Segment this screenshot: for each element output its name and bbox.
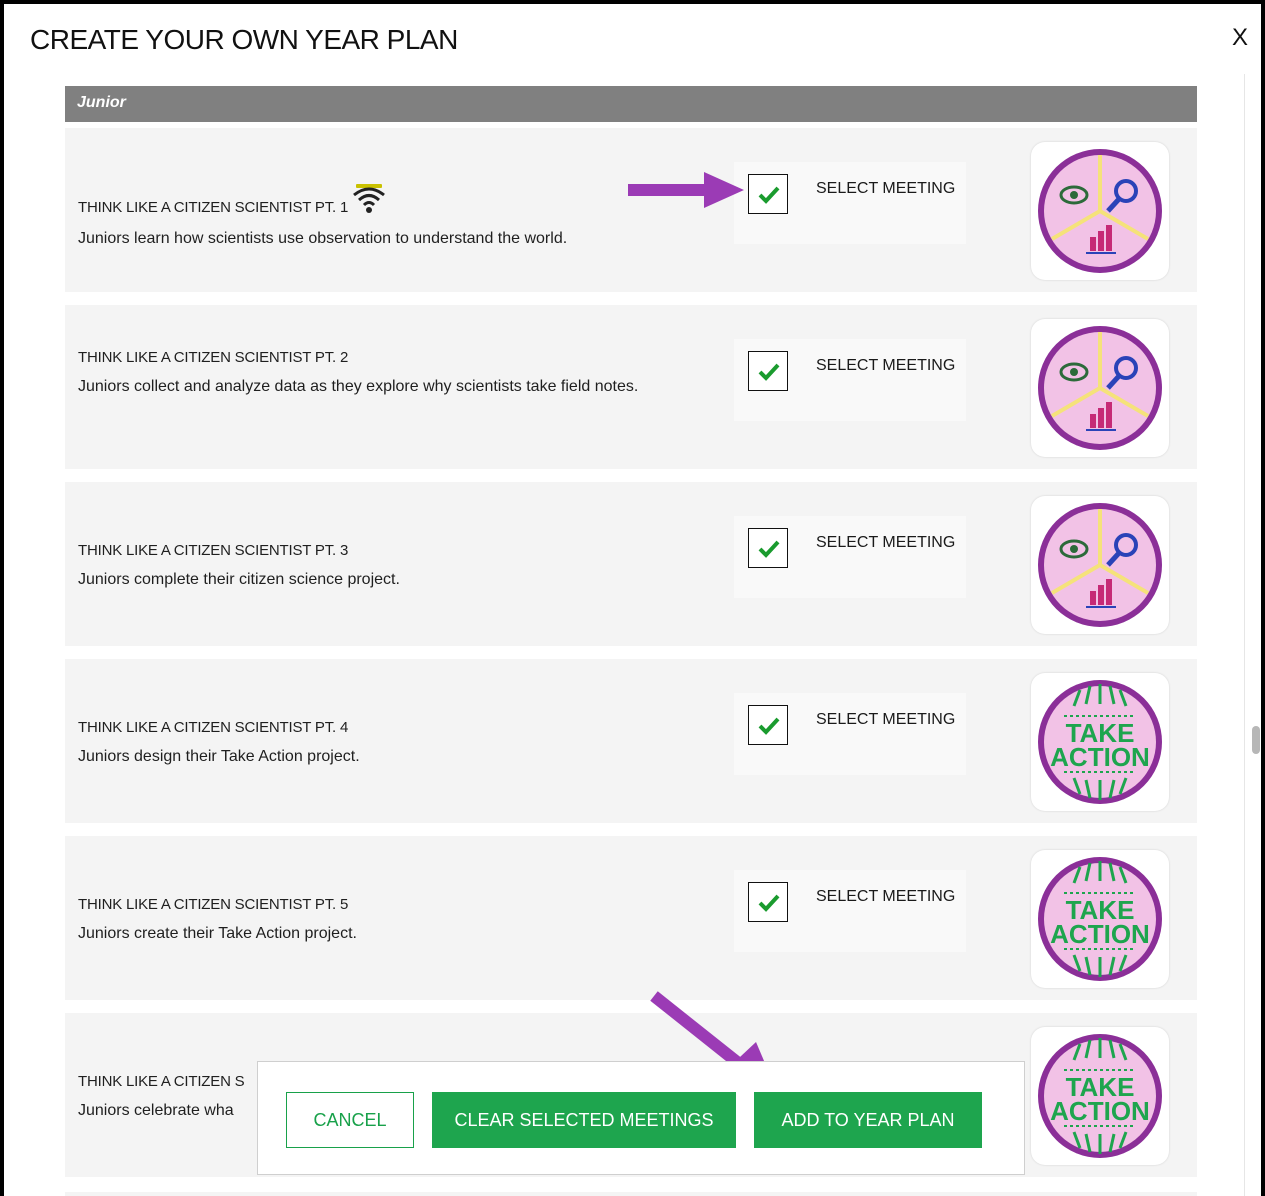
meeting-text: THINK LIKE A CITIZEN SCIENTIST PT. 3 Jun… xyxy=(78,536,718,594)
take-action-icon: TAKE ACTION xyxy=(1038,680,1162,804)
citizen-scientist-icon xyxy=(1038,326,1162,450)
scrollbar-track[interactable] xyxy=(1244,74,1261,1196)
meeting-text: THINK LIKE A CITIZEN SCIENTIST PT. 5 Jun… xyxy=(78,890,718,948)
select-meeting-label: SELECT MEETING xyxy=(816,180,956,197)
action-bar: CANCEL CLEAR SELECTED MEETINGS ADD TO YE… xyxy=(257,1061,1025,1175)
select-meeting-label: SELECT MEETING xyxy=(816,711,956,728)
checkmark-icon xyxy=(758,717,780,735)
select-meeting-checkbox[interactable] xyxy=(748,528,788,568)
cancel-button[interactable]: CANCEL xyxy=(286,1092,414,1148)
meeting-description: Juniors design their Take Action project… xyxy=(78,748,360,765)
meeting-title: THINK LIKE A CITIZEN SCIENTIST PT. 5 xyxy=(78,896,349,913)
citizen-scientist-badge xyxy=(1031,319,1169,457)
year-plan-dialog: CREATE YOUR OWN YEAR PLAN X Junior THINK… xyxy=(0,0,1265,1196)
meeting-title: THINK LIKE A CITIZEN SCIENTIST PT. 2 xyxy=(78,349,349,366)
meeting-title: THINK LIKE A CITIZEN SCIENTIST PT. 3 xyxy=(78,542,349,559)
take-action-badge: TAKE ACTION xyxy=(1031,673,1169,811)
scrollbar-thumb[interactable] xyxy=(1252,726,1260,754)
select-meeting-control[interactable]: SELECT MEETING xyxy=(734,693,966,775)
section-header-junior: Junior xyxy=(65,86,1197,122)
take-action-badge: TAKE ACTION xyxy=(1031,1027,1169,1165)
meeting-row-peek xyxy=(65,1192,1197,1196)
citizen-scientist-badge xyxy=(1031,496,1169,634)
select-meeting-checkbox[interactable] xyxy=(748,705,788,745)
meeting-description: Juniors celebrate wha xyxy=(78,1102,234,1119)
badge-line2: ACTION xyxy=(1050,742,1150,772)
meeting-row: THINK LIKE A CITIZEN SCIENTIST PT. 3 Jun… xyxy=(65,482,1197,646)
wifi-icon xyxy=(352,184,386,224)
meeting-row: THINK LIKE A CITIZEN SCIENTIST PT. 5 Jun… xyxy=(65,836,1197,1000)
meeting-title: THINK LIKE A CITIZEN S xyxy=(78,1073,245,1090)
add-to-year-plan-button[interactable]: ADD TO YEAR PLAN xyxy=(754,1092,982,1148)
meeting-description: Juniors create their Take Action project… xyxy=(78,925,357,942)
meeting-description: Juniors collect and analyze data as they… xyxy=(78,378,639,395)
checkmark-icon xyxy=(758,186,780,204)
take-action-badge: TAKE ACTION xyxy=(1031,850,1169,988)
select-meeting-label: SELECT MEETING xyxy=(816,888,956,905)
citizen-scientist-icon xyxy=(1038,503,1162,627)
checkmark-icon xyxy=(758,894,780,912)
select-meeting-checkbox[interactable] xyxy=(748,882,788,922)
select-meeting-checkbox[interactable] xyxy=(748,351,788,391)
select-meeting-checkbox[interactable] xyxy=(748,174,788,214)
checkmark-icon xyxy=(758,363,780,381)
meeting-title: THINK LIKE A CITIZEN SCIENTIST PT. 4 xyxy=(78,719,349,736)
meeting-row: THINK LIKE A CITIZEN SCIENTIST PT. 1 Jun… xyxy=(65,128,1197,292)
meeting-text: THINK LIKE A CITIZEN SCIENTIST PT. 4 Jun… xyxy=(78,713,718,771)
select-meeting-label: SELECT MEETING xyxy=(816,534,956,551)
meeting-description: Juniors complete their citizen science p… xyxy=(78,571,400,588)
dialog-title: CREATE YOUR OWN YEAR PLAN xyxy=(30,24,458,55)
close-button[interactable]: X xyxy=(1232,24,1248,52)
arrow-annotation-icon xyxy=(628,172,744,208)
meeting-row: THINK LIKE A CITIZEN SCIENTIST PT. 2 Jun… xyxy=(65,305,1197,469)
meeting-text: THINK LIKE A CITIZEN SCIENTIST PT. 2 Jun… xyxy=(78,343,718,401)
meeting-text: THINK LIKE A CITIZEN SCIENTIST PT. 1 Jun… xyxy=(78,184,718,253)
select-meeting-control[interactable]: SELECT MEETING xyxy=(734,870,966,952)
select-meeting-control[interactable]: SELECT MEETING xyxy=(734,162,966,244)
meeting-title: THINK LIKE A CITIZEN SCIENTIST PT. 1 xyxy=(78,199,349,216)
badge-line2: ACTION xyxy=(1050,919,1150,949)
citizen-scientist-icon xyxy=(1038,149,1162,273)
clear-selected-meetings-button[interactable]: CLEAR SELECTED MEETINGS xyxy=(432,1092,736,1148)
take-action-icon: TAKE ACTION xyxy=(1038,857,1162,981)
select-meeting-control[interactable]: SELECT MEETING xyxy=(734,339,966,421)
checkmark-icon xyxy=(758,540,780,558)
select-meeting-control[interactable]: SELECT MEETING xyxy=(734,516,966,598)
take-action-icon: TAKE ACTION xyxy=(1038,1034,1162,1158)
select-meeting-label: SELECT MEETING xyxy=(816,357,956,374)
meeting-description: Juniors learn how scientists use observa… xyxy=(78,230,568,247)
meeting-row: THINK LIKE A CITIZEN SCIENTIST PT. 4 Jun… xyxy=(65,659,1197,823)
citizen-scientist-badge xyxy=(1031,142,1169,280)
badge-line2: ACTION xyxy=(1050,1096,1150,1126)
